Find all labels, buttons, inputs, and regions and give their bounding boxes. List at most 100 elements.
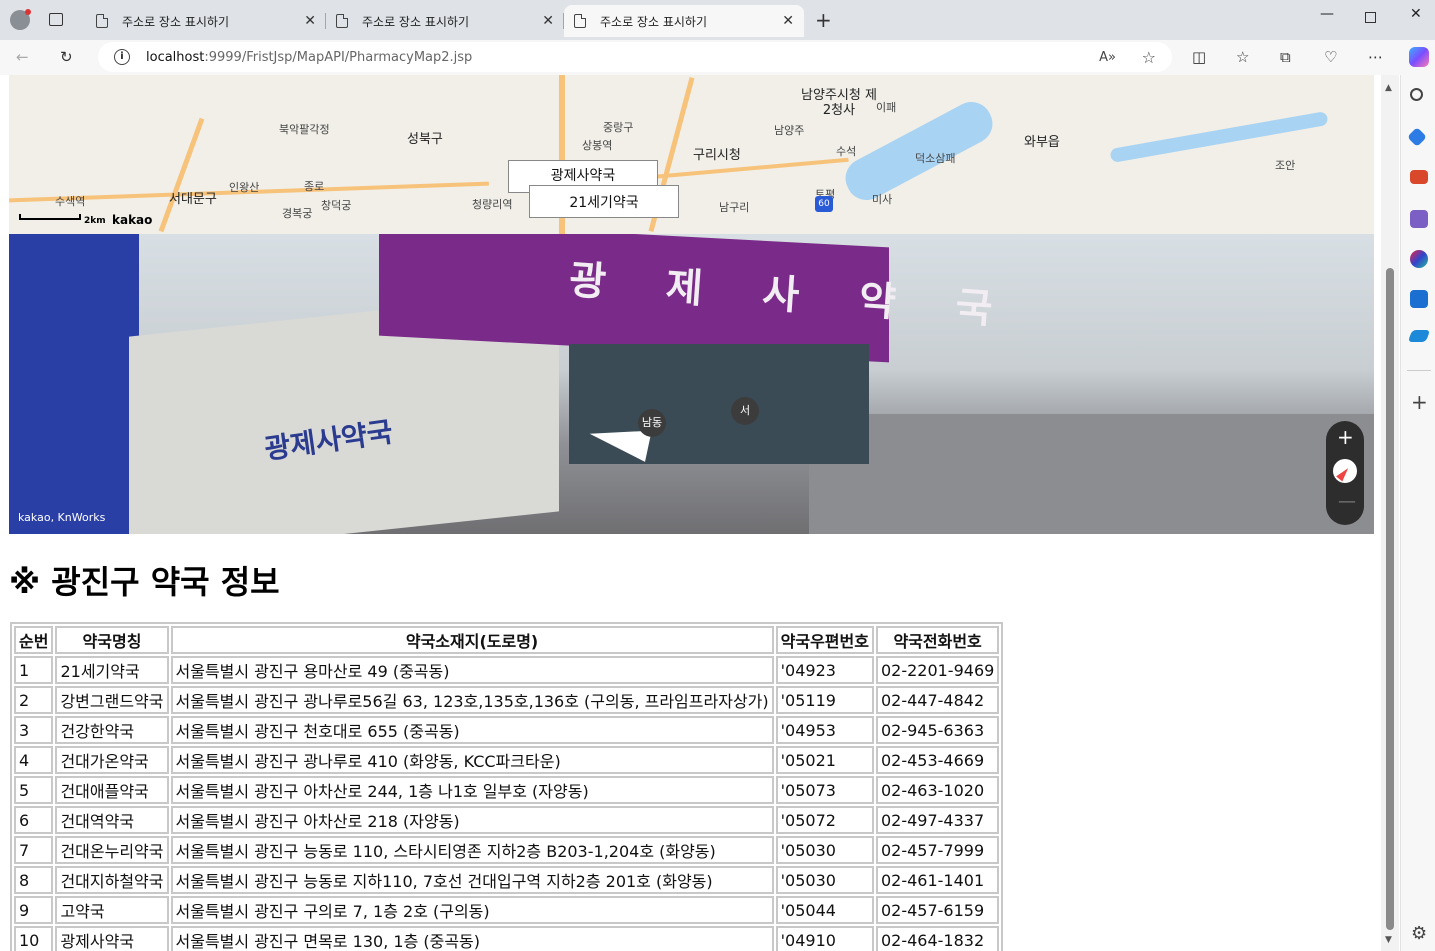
- cell-phone: 02-457-6159: [875, 896, 1000, 924]
- address-bar[interactable]: i localhost:9999/FristJsp/MapAPI/Pharmac…: [98, 42, 1172, 72]
- page-title: ※ 광진구 약국 정보: [9, 563, 280, 601]
- tab-2[interactable]: 주소로 장소 표시하기 ✕: [326, 5, 564, 37]
- marker-label-2[interactable]: 21세기약국: [529, 185, 679, 218]
- more-menu-icon[interactable]: ⋯: [1368, 48, 1383, 66]
- map-label: 경복궁: [282, 207, 313, 220]
- cell-phone: 02-945-6363: [875, 716, 1000, 744]
- cell-index: 1: [14, 656, 54, 684]
- refresh-icon[interactable]: ↻: [60, 48, 73, 66]
- highway-60-icon: 60: [815, 196, 833, 212]
- compass-icon[interactable]: [1333, 459, 1357, 483]
- tab-title: 주소로 장소 표시하기: [362, 14, 469, 29]
- cell-address: 서울특별시 광진구 아차산로 244, 1층 나1호 일부호 (자양동): [170, 776, 774, 804]
- cell-address: 서울특별시 광진구 능동로 지하110, 7호선 건대입구역 지하2층 201호…: [170, 866, 774, 894]
- scrollbar-thumb[interactable]: [1386, 268, 1394, 930]
- map-label: 서대문구: [169, 192, 217, 207]
- copilot-icon[interactable]: [1409, 47, 1429, 67]
- map-label: 종로: [304, 180, 325, 193]
- cell-phone: 02-464-1832: [875, 926, 1000, 951]
- page-scrollbar[interactable]: ▲ ▼: [1381, 75, 1399, 951]
- cell-name: 건대가온약국: [55, 746, 169, 774]
- column-header: 약국명칭: [55, 626, 169, 654]
- table-row: 3 건강한약국 서울특별시 광진구 천호대로 655 (중곡동) '04953 02-9…: [14, 716, 1000, 744]
- close-tab-icon[interactable]: ✕: [542, 13, 554, 29]
- add-icon[interactable]: +: [1411, 390, 1428, 414]
- table-row: 5 건대애플약국 서울특별시 광진구 아차산로 244, 1층 나1호 일부호 (자…: [14, 776, 1000, 804]
- close-window-button[interactable]: ✕: [1410, 6, 1422, 22]
- performance-icon[interactable]: ♡: [1324, 48, 1337, 66]
- favorite-star-icon[interactable]: ☆: [1142, 48, 1156, 67]
- roadview-direction-node[interactable]: 남동: [638, 409, 666, 437]
- table-row: 1 21세기약국 서울특별시 광진구 용마산로 49 (중곡동) '04923 02-2…: [14, 656, 1000, 684]
- cell-phone: 02-457-7999: [875, 836, 1000, 864]
- map-label: 수색역: [55, 195, 86, 208]
- maximize-button[interactable]: [1365, 12, 1376, 23]
- collections-icon[interactable]: ⧉: [1280, 48, 1291, 66]
- edge-sidebar: + ⚙: [1400, 75, 1435, 951]
- cell-address: 서울특별시 광진구 광나루로56길 63, 123호,135호,136호 (구의…: [170, 686, 774, 714]
- cell-index: 9: [14, 896, 54, 924]
- table-row: 9 고약국 서울특별시 광진구 구의로 7, 1층 2호 (구의동) '05044 02…: [14, 896, 1000, 924]
- info-icon[interactable]: i: [114, 49, 130, 65]
- tab-1[interactable]: 주소로 장소 표시하기 ✕: [86, 5, 326, 37]
- settings-gear-icon[interactable]: ⚙: [1411, 923, 1427, 944]
- read-aloud-icon[interactable]: A»: [1099, 50, 1116, 65]
- pharmacy-table: 순번 약국명칭 약국소재지(도로명) 약국우편번호 약국전화번호 1 21세기약국…: [10, 622, 1004, 951]
- zoom-out-button[interactable]: —: [1338, 491, 1356, 512]
- kakao-map[interactable]: 북악팔각정 성북구 중랑구 상봉역 남양주시청 제2청사 구리시청 와부읍 인왕…: [9, 75, 1374, 234]
- outlook-icon[interactable]: [1410, 290, 1428, 308]
- tools-icon[interactable]: [1410, 170, 1428, 184]
- close-tab-icon[interactable]: ✕: [782, 13, 794, 29]
- kakao-roadview[interactable]: 광제사약국 광제사약국 남동 서 kakao, KnWorks + —: [9, 234, 1374, 534]
- search-icon[interactable]: [1410, 88, 1423, 101]
- toolbar: ← ↻ i localhost:9999/FristJsp/MapAPI/Pha…: [0, 40, 1435, 75]
- table-row: 8 건대지하철약국 서울특별시 광진구 능동로 지하110, 7호선 건대입구역 지…: [14, 866, 1000, 894]
- games-icon[interactable]: [1410, 210, 1428, 228]
- scroll-up-icon[interactable]: ▲: [1385, 83, 1392, 93]
- map-scale-label: 2km: [84, 216, 106, 226]
- send-icon[interactable]: [1407, 330, 1431, 342]
- map-label: 미사: [872, 193, 893, 206]
- page-icon: [336, 14, 348, 28]
- favorites-icon[interactable]: ☆: [1236, 48, 1249, 66]
- map-label: 상봉역: [582, 139, 613, 152]
- cell-address: 서울특별시 광진구 능동로 110, 스타시티영존 지하2층 B203-1,20…: [170, 836, 774, 864]
- table-row: 4 건대가온약국 서울특별시 광진구 광나루로 410 (화양동, KCC파크타운)…: [14, 746, 1000, 774]
- map-label: 남양주: [774, 124, 805, 137]
- cell-phone: 02-447-4842: [875, 686, 1000, 714]
- cell-zipcode: '05030: [775, 836, 874, 864]
- cell-index: 6: [14, 806, 54, 834]
- back-arrow-icon[interactable]: ←: [16, 48, 29, 66]
- tab-3-active[interactable]: 주소로 장소 표시하기 ✕: [564, 5, 804, 37]
- minimize-button[interactable]: —: [1320, 6, 1334, 22]
- column-header: 약국소재지(도로명): [170, 626, 774, 654]
- page-icon: [96, 14, 108, 28]
- tab-bar: 주소로 장소 표시하기 ✕ 주소로 장소 표시하기 ✕ 주소로 장소 표시하기 …: [0, 0, 1435, 40]
- cell-name: 건강한약국: [55, 716, 169, 744]
- split-screen-icon[interactable]: ◫: [1192, 48, 1206, 66]
- zoom-in-button[interactable]: +: [1337, 425, 1354, 449]
- cell-zipcode: '04923: [775, 656, 874, 684]
- roadview-direction-node[interactable]: 서: [731, 397, 759, 425]
- cell-index: 2: [14, 686, 54, 714]
- cell-phone: 02-497-4337: [875, 806, 1000, 834]
- shopping-tag-icon[interactable]: [1407, 127, 1427, 147]
- cell-phone: 02-453-4669: [875, 746, 1000, 774]
- cell-name: 고약국: [55, 896, 169, 924]
- cell-zipcode: '04953: [775, 716, 874, 744]
- cell-zipcode: '05030: [775, 866, 874, 894]
- microsoft365-icon[interactable]: [1410, 250, 1428, 268]
- page-icon: [574, 14, 586, 28]
- map-label: 중랑구: [603, 121, 634, 134]
- map-label: 조안: [1275, 159, 1296, 172]
- tab-actions-icon[interactable]: [49, 13, 63, 26]
- cell-zipcode: '05021: [775, 746, 874, 774]
- scroll-down-icon[interactable]: ▼: [1385, 935, 1392, 945]
- kakao-logo: kakao: [112, 213, 153, 227]
- cell-zipcode: '04910: [775, 926, 874, 951]
- red-dot-icon: [25, 9, 31, 15]
- new-tab-button[interactable]: +: [815, 8, 832, 32]
- column-header: 약국전화번호: [875, 626, 1000, 654]
- map-label: 인왕산: [229, 181, 260, 194]
- close-tab-icon[interactable]: ✕: [304, 13, 316, 29]
